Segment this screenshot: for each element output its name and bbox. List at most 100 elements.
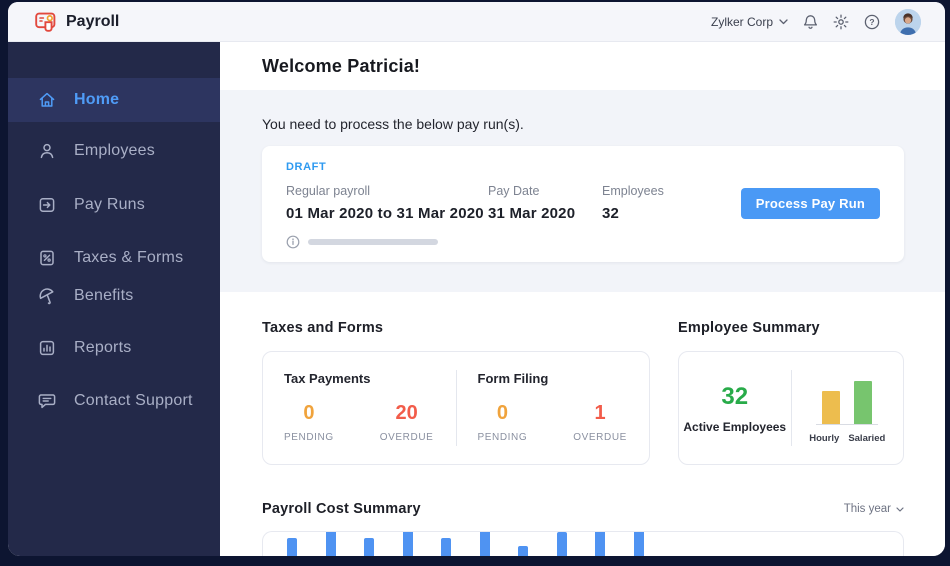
organization-dropdown[interactable]: Zylker Corp — [711, 15, 788, 29]
stat-label: OVERDUE — [379, 432, 434, 443]
tax-payments-group: Tax Payments 0 PENDING 20 OVERDUE — [263, 352, 456, 464]
mini-chart-bar-hourly — [822, 390, 841, 424]
chart-bar — [287, 538, 297, 556]
stat-value: 20 — [395, 402, 418, 424]
draft-status-badge: DRAFT — [286, 161, 327, 173]
page-title: Welcome Patricia! — [262, 55, 421, 76]
chart-bar — [479, 532, 490, 556]
mini-chart-bar-salaried — [854, 380, 873, 424]
topbar-controls: Zylker Corp ? — [711, 8, 921, 35]
form-filing-group: Form Filing 0 PENDING 1 OVERDUE — [457, 352, 650, 464]
payrun-card: DRAFT Regular payroll 01 Mar 2020 to 31 … — [262, 146, 904, 262]
sidebar-item-label: Home — [74, 91, 120, 108]
stat-tax-overdue: 20 OVERDUE — [380, 402, 434, 443]
sidebar-item-benefits[interactable]: Benefits — [8, 277, 220, 315]
payrun-progress — [286, 235, 880, 249]
payrun-progress-bar — [308, 239, 438, 245]
app-logo: Payroll — [34, 10, 119, 34]
payroll-cost-section: Payroll Cost Summary This year — [220, 465, 945, 556]
chart-bar — [364, 538, 374, 556]
stat-label: OVERDUE — [573, 432, 627, 443]
pay-runs-icon — [39, 198, 55, 212]
employee-summary-title: Employee Summary — [678, 320, 820, 336]
app-title: Payroll — [66, 12, 120, 30]
sidebar-item-label: Reports — [74, 339, 132, 356]
stat-value: 0 — [496, 402, 508, 424]
sidebar-item-employees[interactable]: Employees — [8, 132, 220, 170]
user-avatar[interactable] — [895, 8, 921, 35]
field-label: Regular payroll — [286, 184, 371, 198]
employee-type-chart: Hourly Salaried — [792, 352, 904, 464]
payrun-field-period: Regular payroll 01 Mar 2020 to 31 Mar 20… — [286, 184, 488, 222]
mini-chart-label: Salaried — [848, 432, 886, 444]
sidebar-item-home[interactable]: Home — [8, 78, 220, 122]
info-icon[interactable] — [286, 235, 300, 249]
employee-chart-legend: Hourly Salaried — [809, 433, 885, 444]
help-icon[interactable]: ? — [864, 14, 880, 30]
chart-bar — [402, 532, 413, 556]
chevron-down-icon — [779, 18, 788, 25]
field-label: Employees — [602, 184, 664, 198]
app-window: Payroll Zylker Corp ? Home Employees Pay… — [8, 2, 945, 556]
chart-bar — [633, 532, 644, 556]
date-range-dropdown[interactable]: This year — [844, 503, 904, 515]
mini-chart-label: Hourly — [809, 432, 840, 444]
payroll-cost-bar-chart — [262, 531, 904, 556]
contact-support-icon — [38, 394, 56, 409]
stat-label: PENDING — [284, 432, 334, 443]
sidebar: Home Employees Pay Runs Taxes & Forms Be… — [8, 42, 220, 556]
sidebar-item-label: Pay Runs — [74, 196, 145, 213]
stat-form-overdue: 1 OVERDUE — [573, 402, 627, 443]
group-title: Tax Payments — [284, 371, 371, 386]
field-value: 31 Mar 2020 — [488, 205, 576, 222]
stat-value: 1 — [594, 402, 606, 424]
main-content: Welcome Patricia! You need to process th… — [220, 42, 945, 556]
sidebar-item-label: Taxes & Forms — [74, 249, 184, 266]
date-range-value: This year — [843, 503, 891, 515]
stat-value: 0 — [303, 402, 315, 424]
stat-form-pending: 0 PENDING — [478, 402, 528, 443]
active-employee-label: Active Employees — [683, 419, 787, 434]
process-pay-run-button[interactable]: Process Pay Run — [740, 187, 880, 219]
group-title: Form Filing — [477, 371, 549, 386]
notifications-bell-icon[interactable] — [803, 14, 818, 30]
sidebar-item-reports[interactable]: Reports — [8, 329, 220, 367]
field-value: 01 Mar 2020 to 31 Mar 2020 — [286, 205, 484, 222]
chart-bar — [595, 532, 605, 556]
stat-tax-pending: 0 PENDING — [284, 402, 334, 443]
sidebar-item-label: Employees — [74, 142, 155, 159]
stat-label: PENDING — [477, 432, 528, 443]
taxes-forms-title: Taxes and Forms — [262, 320, 384, 336]
chevron-down-icon — [896, 506, 904, 512]
settings-gear-icon[interactable] — [833, 14, 849, 30]
summary-cards-section: Taxes and Forms Tax Payments 0 PENDING 2… — [220, 292, 945, 465]
sidebar-item-label: Contact Support — [74, 392, 193, 409]
active-employees-block: 32 Active Employees — [679, 352, 791, 464]
chart-bar — [518, 546, 528, 556]
chart-bar — [556, 532, 567, 556]
sidebar-item-contact-support[interactable]: Contact Support — [8, 382, 220, 420]
field-value: 32 — [602, 205, 620, 222]
reports-icon — [39, 340, 55, 356]
benefits-umbrella-icon — [39, 288, 54, 305]
chart-bar — [325, 532, 336, 556]
payroll-cost-title: Payroll Cost Summary — [262, 501, 421, 517]
payrun-field-pay-date: Pay Date 31 Mar 2020 — [488, 184, 602, 222]
organization-name: Zylker Corp — [710, 14, 773, 29]
taxes-forms-card: Tax Payments 0 PENDING 20 OVERDUE Form F… — [262, 351, 650, 465]
employee-mini-bar-chart — [816, 379, 879, 425]
payrun-section: You need to process the below pay run(s)… — [220, 90, 945, 292]
svg-text:?: ? — [869, 17, 874, 27]
topbar: Payroll Zylker Corp ? — [8, 2, 945, 42]
employees-icon — [40, 143, 54, 159]
sidebar-item-pay-runs[interactable]: Pay Runs — [8, 186, 220, 224]
sidebar-item-taxes-forms[interactable]: Taxes & Forms — [8, 239, 220, 277]
welcome-header: Welcome Patricia! — [220, 42, 945, 90]
home-icon — [39, 92, 55, 107]
taxes-forms-icon — [40, 250, 54, 266]
employee-summary-card: 32 Active Employees Hourly Salaried — [678, 351, 904, 465]
payrun-field-employees: Employees 32 — [602, 184, 741, 222]
field-label: Pay Date — [488, 184, 540, 198]
payrun-intro-text: You need to process the below pay run(s)… — [262, 116, 524, 132]
payroll-logo-icon — [34, 10, 58, 34]
